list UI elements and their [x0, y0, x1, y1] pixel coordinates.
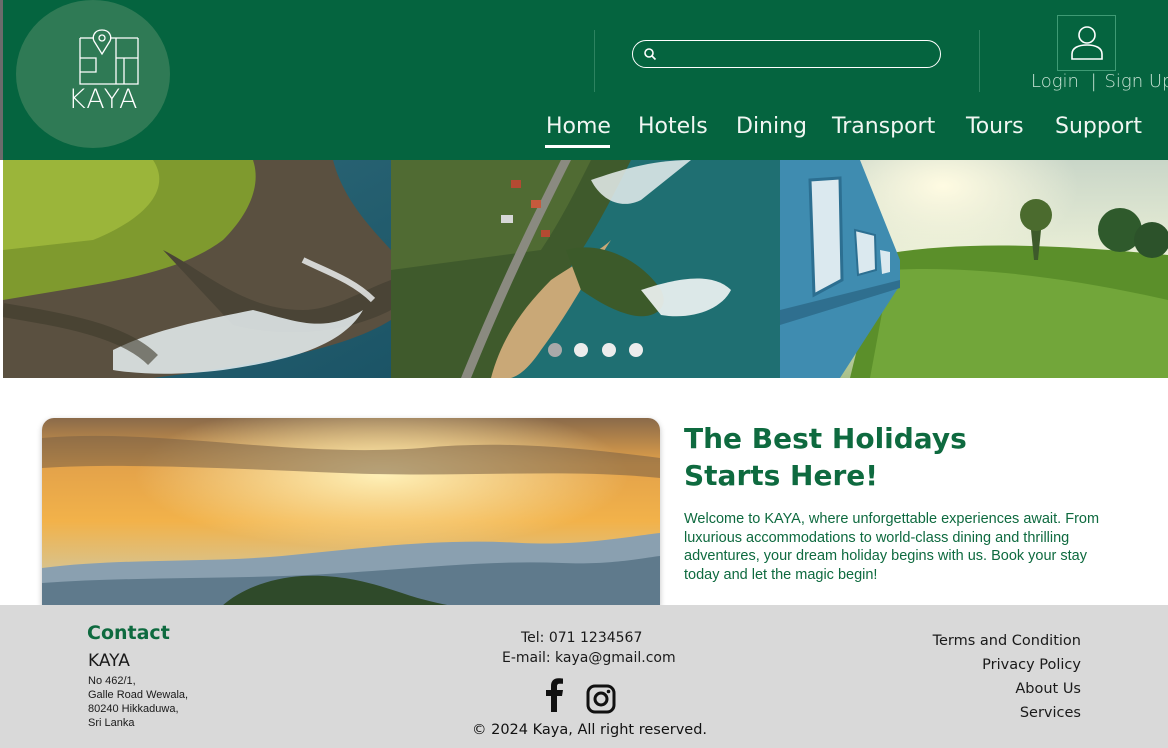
nav-home[interactable]: Home	[546, 114, 611, 139]
user-icon	[1071, 26, 1103, 60]
intro-title-line: The Best Holidays	[684, 422, 967, 455]
carousel-dot[interactable]	[602, 343, 616, 357]
search-bar[interactable]	[632, 40, 941, 68]
header-divider	[979, 30, 980, 92]
instagram-icon[interactable]	[586, 684, 616, 714]
user-account-button[interactable]	[1057, 15, 1116, 71]
nav-dining[interactable]: Dining	[736, 114, 807, 139]
carousel-slide-aerial-peninsula	[391, 160, 780, 378]
auth-links: Login | Sign Up	[1031, 71, 1168, 92]
address-line: Sri Lanka	[88, 717, 135, 729]
nav-transport[interactable]: Transport	[832, 114, 935, 139]
signup-link[interactable]: Sign Up	[1104, 71, 1168, 92]
carousel-slide-coastal-cliffs	[3, 160, 391, 378]
carousel-dot[interactable]	[548, 343, 562, 357]
address-line: No 462/1,	[88, 675, 136, 687]
site-header: KAYA Login | Sign Up Home Hotels Dining …	[0, 0, 1168, 160]
address-line: Galle Road Wewala,	[88, 689, 189, 701]
search-input[interactable]	[663, 44, 933, 64]
login-link[interactable]: Login	[1031, 71, 1079, 92]
nav-tours[interactable]: Tours	[966, 114, 1024, 139]
intro-title-line: Starts Here!	[684, 459, 879, 492]
nav-active-indicator	[545, 145, 610, 148]
logo-text: KAYA	[68, 84, 139, 115]
logo[interactable]: KAYA	[16, 0, 170, 148]
auth-separator: |	[1090, 71, 1097, 92]
nav-hotels[interactable]: Hotels	[638, 114, 708, 139]
footer-link-privacy[interactable]: Privacy Policy	[982, 657, 1081, 673]
search-icon	[644, 48, 657, 61]
contact-heading: Contact	[87, 622, 170, 644]
contact-email[interactable]: E-mail: kaya@gmail.com	[502, 650, 676, 666]
carousel-dot[interactable]	[574, 343, 588, 357]
footer-link-about[interactable]: About Us	[1015, 681, 1081, 697]
intro-description: Welcome to KAYA, where unforgettable exp…	[684, 511, 1100, 583]
copyright: © 2024 Kaya, All right reserved.	[472, 722, 708, 738]
contact-company: KAYA	[88, 651, 130, 671]
footer-link-terms[interactable]: Terms and Condition	[933, 633, 1081, 649]
hero-carousel[interactable]	[3, 160, 1168, 378]
footer-link-services[interactable]: Services	[1020, 705, 1081, 721]
intro-title: The Best Holidays Starts Here!	[684, 420, 1104, 494]
carousel-dot[interactable]	[629, 343, 643, 357]
address-line: 80240 Hikkaduwa,	[88, 703, 179, 715]
header-divider	[594, 30, 595, 92]
facebook-icon[interactable]	[543, 678, 565, 712]
contact-phone[interactable]: Tel: 071 1234567	[521, 630, 642, 646]
nav-support[interactable]: Support	[1055, 114, 1142, 139]
sunset-image	[42, 418, 660, 606]
carousel-slide-train-hill-country	[780, 160, 1168, 378]
map-pin-logo-icon	[79, 29, 139, 85]
